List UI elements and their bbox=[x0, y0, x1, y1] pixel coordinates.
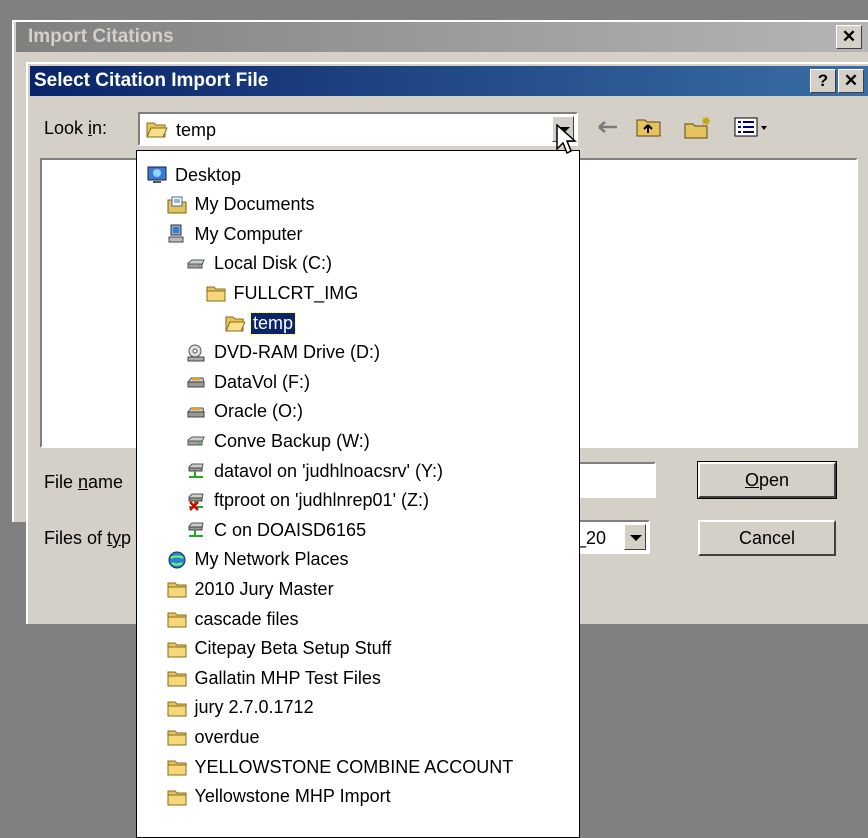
files-of-type-combo[interactable]: _20 bbox=[570, 520, 650, 554]
files-of-type-value: _20 bbox=[576, 528, 607, 548]
folder-icon bbox=[167, 698, 187, 718]
dropdown-item-label: My Documents bbox=[194, 194, 315, 215]
dropdown-item[interactable]: Desktop bbox=[147, 161, 243, 189]
outer-close-button[interactable]: ✕ bbox=[836, 25, 862, 49]
desktop-icon bbox=[147, 165, 167, 185]
dvd-drive-icon bbox=[186, 343, 206, 363]
dropdown-item-label: Yellowstone MHP Import bbox=[194, 786, 391, 807]
network-drive-icon bbox=[186, 520, 206, 540]
folder-icon bbox=[167, 639, 187, 659]
dropdown-item-label: C on DOAISD6165 bbox=[214, 519, 367, 540]
dropdown-item[interactable]: DataVol (F:) bbox=[186, 368, 312, 396]
dropdown-item[interactable]: temp bbox=[225, 309, 297, 337]
dropdown-item[interactable]: FULLCRT_IMG bbox=[206, 279, 361, 307]
dropdown-item[interactable]: My Network Places bbox=[167, 546, 351, 574]
outer-dialog-title: Import Citations bbox=[28, 26, 174, 47]
dropdown-item[interactable]: YELLOWSTONE COMBINE ACCOUNT bbox=[167, 753, 516, 781]
dropdown-item-label: overdue bbox=[194, 726, 260, 747]
files-of-type-label: Files of typ bbox=[44, 528, 132, 548]
dropdown-item[interactable]: cascade files bbox=[167, 605, 301, 633]
dropdown-item-label: cascade files bbox=[194, 608, 299, 629]
open-folder-icon bbox=[146, 119, 168, 144]
new-folder-icon[interactable] bbox=[684, 116, 714, 145]
removable-drive-icon bbox=[186, 372, 206, 392]
dropdown-item-label: FULLCRT_IMG bbox=[233, 282, 359, 303]
dropdown-item-label: jury 2.7.0.1712 bbox=[194, 697, 314, 718]
local-disk-icon bbox=[186, 431, 206, 451]
look-in-combo[interactable]: temp bbox=[138, 112, 578, 146]
dropdown-item[interactable]: Citepay Beta Setup Stuff bbox=[167, 635, 394, 663]
dialog-title-bar[interactable]: Select Citation Import File ? ✕ bbox=[30, 66, 868, 96]
folder-icon bbox=[167, 668, 187, 688]
look-in-label: Look in: bbox=[44, 118, 108, 138]
local-disk-icon bbox=[186, 254, 206, 274]
look-in-dropdown-list[interactable]: Desktop My Documents My Computer Local Disk… bbox=[136, 150, 580, 838]
dropdown-item-label: Conve Backup (W:) bbox=[214, 430, 370, 451]
removable-drive-icon bbox=[186, 402, 206, 422]
files-of-type-dropdown-button[interactable] bbox=[624, 524, 646, 550]
dropdown-item-label: Gallatin MHP Test Files bbox=[194, 667, 381, 688]
dropdown-item[interactable]: Oracle (O:) bbox=[186, 398, 305, 426]
folder-icon bbox=[167, 757, 187, 777]
mouse-cursor-icon bbox=[556, 123, 578, 161]
dropdown-item[interactable]: Yellowstone MHP Import bbox=[167, 783, 393, 811]
dropdown-item-label: Local Disk (C:) bbox=[214, 253, 333, 274]
dropdown-item[interactable]: My Computer bbox=[167, 220, 305, 248]
dropdown-item-label: DataVol (F:) bbox=[214, 371, 311, 392]
my-documents-icon bbox=[167, 195, 187, 215]
dropdown-item[interactable]: 2010 Jury Master bbox=[167, 575, 336, 603]
dropdown-item[interactable]: overdue bbox=[167, 723, 262, 751]
dropdown-item-label: ftproot on 'judhlnrep01' (Z:) bbox=[214, 490, 429, 511]
cancel-button[interactable]: Cancel bbox=[698, 520, 836, 556]
folder-icon bbox=[206, 283, 226, 303]
dialog-title: Select Citation Import File bbox=[34, 70, 269, 91]
back-arrow-icon[interactable] bbox=[596, 116, 620, 143]
dropdown-item[interactable]: Gallatin MHP Test Files bbox=[167, 664, 383, 692]
dropdown-item-label: temp bbox=[249, 311, 297, 335]
look-in-value: temp bbox=[176, 120, 217, 140]
dropdown-item-label: Citepay Beta Setup Stuff bbox=[194, 638, 392, 659]
dropdown-item[interactable]: datavol on 'judhlnoacsrv' (Y:) bbox=[186, 457, 445, 485]
dropdown-item-label: My Computer bbox=[194, 223, 303, 244]
open-folder-icon bbox=[225, 313, 246, 333]
dropdown-item-label: My Network Places bbox=[194, 549, 349, 570]
file-name-label: File name bbox=[44, 472, 124, 492]
file-name-input[interactable] bbox=[570, 462, 656, 498]
help-button[interactable]: ? bbox=[810, 69, 836, 93]
dropdown-item-label: 2010 Jury Master bbox=[194, 578, 334, 599]
folder-icon bbox=[167, 727, 187, 747]
dropdown-item[interactable]: DVD-RAM Drive (D:) bbox=[186, 339, 382, 367]
folder-icon bbox=[167, 609, 187, 629]
dropdown-item[interactable]: ftproot on 'judhlnrep01' (Z:) bbox=[186, 487, 431, 515]
dropdown-item-label: Desktop bbox=[175, 164, 242, 185]
dropdown-item-label: Oracle (O:) bbox=[214, 401, 304, 422]
open-button[interactable]: Open bbox=[697, 461, 837, 499]
dropdown-item[interactable]: Local Disk (C:) bbox=[186, 250, 334, 278]
disconnected-network-drive-icon bbox=[186, 491, 206, 511]
dropdown-item[interactable]: C on DOAISD6165 bbox=[186, 516, 368, 544]
outer-title-bar[interactable]: Import Citations ✕ bbox=[16, 22, 868, 52]
network-drive-icon bbox=[186, 461, 206, 481]
folder-icon bbox=[167, 787, 187, 807]
my-computer-icon bbox=[167, 224, 187, 244]
dropdown-item-label: datavol on 'judhlnoacsrv' (Y:) bbox=[214, 460, 443, 481]
view-menu-icon[interactable] bbox=[734, 116, 770, 143]
dropdown-item-label: DVD-RAM Drive (D:) bbox=[214, 342, 380, 363]
folder-icon bbox=[167, 579, 187, 599]
up-folder-icon[interactable] bbox=[636, 116, 662, 143]
dropdown-item[interactable]: jury 2.7.0.1712 bbox=[167, 694, 316, 722]
dropdown-item[interactable]: My Documents bbox=[167, 191, 317, 219]
dropdown-item-label: YELLOWSTONE COMBINE ACCOUNT bbox=[194, 756, 514, 777]
network-places-icon bbox=[167, 550, 187, 570]
dropdown-item[interactable]: Conve Backup (W:) bbox=[186, 427, 372, 455]
close-button[interactable]: ✕ bbox=[838, 69, 864, 93]
